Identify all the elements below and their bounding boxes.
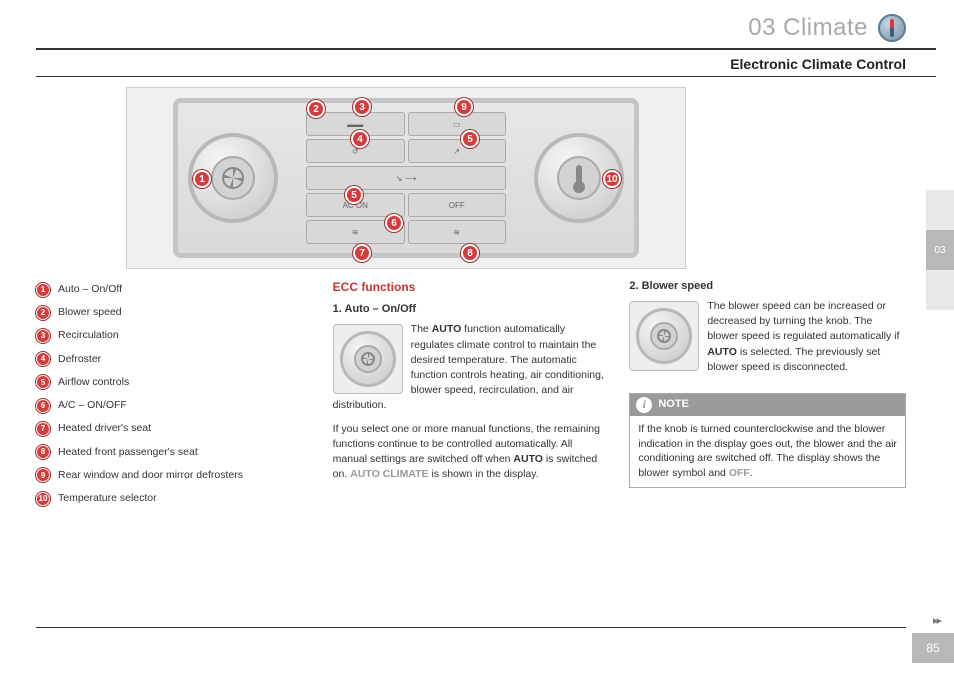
ecc-heading: ECC functions <box>333 279 610 296</box>
thermometer-icon <box>576 165 582 191</box>
note-body: If the knob is turned counterclockwise a… <box>630 416 905 487</box>
rear-defrost-button: ▭ <box>408 112 507 136</box>
thumb-index: 03 <box>926 190 954 310</box>
callout-3: 3 <box>353 98 371 116</box>
ac-off-button: OFF <box>408 193 507 217</box>
airflow-body-button: ↘ ⟶ <box>306 166 506 190</box>
callout-2: 2 <box>307 100 325 118</box>
callout-7: 7 <box>353 244 371 262</box>
section-heading: Electronic Climate Control <box>36 56 936 77</box>
airflow-head-button: ↗ <box>408 139 507 163</box>
legend-badge: 1 <box>36 283 50 297</box>
auto-subheading: 1. Auto – On/Off <box>333 302 610 318</box>
thermometer-icon <box>878 14 906 42</box>
continued-indicator: ▸▸ <box>933 614 940 627</box>
blower-column: 2. Blower speed The blower speed can be … <box>629 279 906 514</box>
ecc-functions-column: ECC functions 1. Auto – On/Off The AUTO … <box>333 279 610 514</box>
fan-icon <box>222 167 244 189</box>
note-box: i NOTE If the knob is turned countercloc… <box>629 393 906 488</box>
callout-6: 6 <box>385 214 403 232</box>
callout-5: 5 <box>345 186 363 204</box>
chapter-header: 03 Climate <box>36 14 936 50</box>
thumb-index-label: 03 <box>926 230 954 270</box>
callout-4: 4 <box>351 130 369 148</box>
blower-subheading: 2. Blower speed <box>629 279 906 295</box>
chapter-title: 03 Climate <box>748 14 868 42</box>
legend-text: Auto – On/Off <box>58 282 122 297</box>
callout-8: 8 <box>461 244 479 262</box>
climate-panel-diagram: ▬▬ ▭ ↺ ↗ ↘ ⟶ AC ON OFF ≋ ≋ 1 2 3 4 5 6 7… <box>126 87 686 269</box>
page-number: 85 <box>912 633 954 663</box>
auto-knob-thumbnail <box>333 324 403 394</box>
callout-10: 10 <box>603 170 621 188</box>
legend-column: 1Auto – On/Off 2Blower speed 3Recirculat… <box>36 279 313 514</box>
heated-seat-right-button: ≋ <box>408 220 507 244</box>
callout-9: 9 <box>455 98 473 116</box>
callout-5b: 5 <box>461 130 479 148</box>
blower-knob-thumbnail <box>629 301 699 371</box>
note-label: NOTE <box>658 397 689 413</box>
callout-1: 1 <box>193 170 211 188</box>
auto-paragraph-2: If you select one or more manual functio… <box>333 422 610 483</box>
footer-rule <box>36 627 906 628</box>
info-icon: i <box>636 397 652 413</box>
